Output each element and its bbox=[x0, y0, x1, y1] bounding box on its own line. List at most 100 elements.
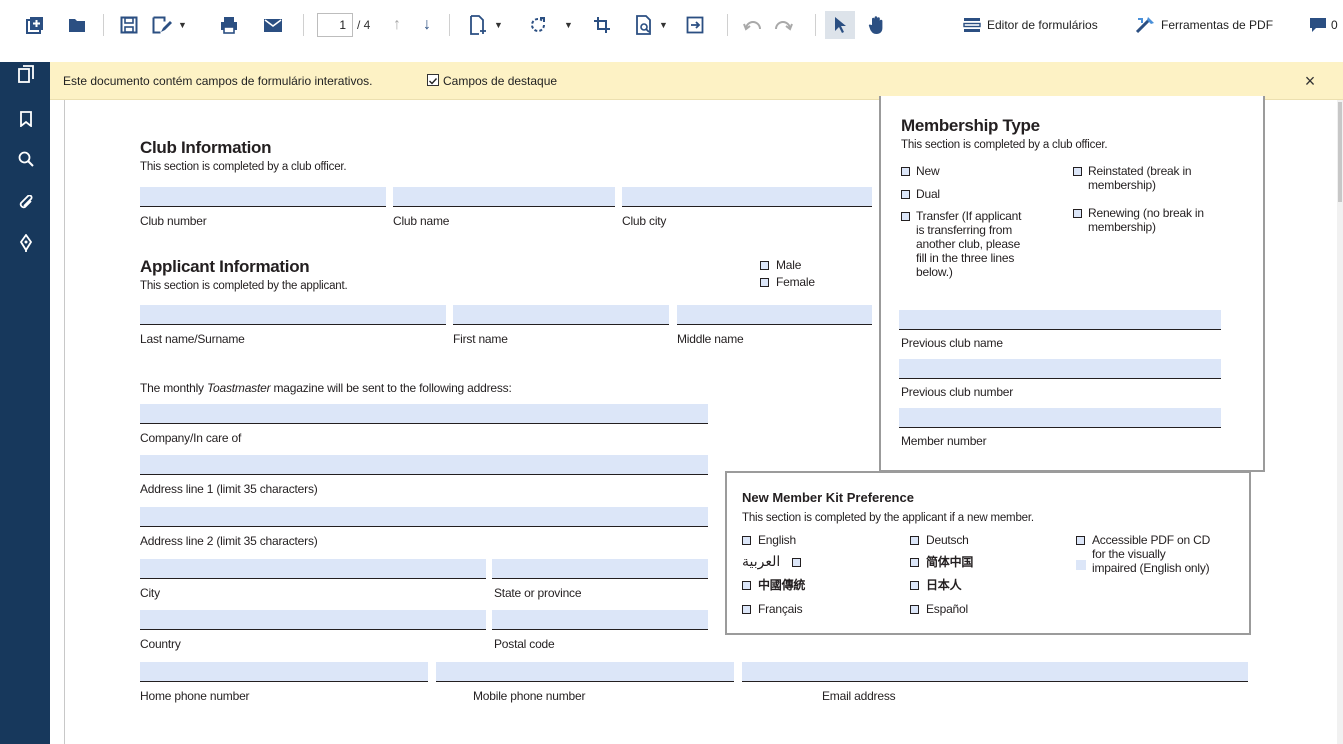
transfer-label-line5: below.) bbox=[916, 265, 953, 279]
previous-club-number-label: Previous club number bbox=[901, 385, 1014, 399]
hand-tool-icon[interactable] bbox=[866, 13, 888, 37]
membership-type-subtitle: This section is completed by a club offi… bbox=[901, 139, 1108, 151]
previous-club-number-field[interactable] bbox=[899, 359, 1221, 379]
insert-page-icon[interactable] bbox=[467, 13, 489, 37]
city-label: City bbox=[140, 586, 160, 600]
toolbar-divider bbox=[815, 14, 816, 36]
email-icon[interactable] bbox=[262, 13, 284, 37]
page-number-input[interactable]: 1 bbox=[317, 13, 353, 37]
extract-page-icon[interactable] bbox=[684, 13, 706, 37]
accessible-pdf-field[interactable] bbox=[1076, 560, 1086, 570]
applicant-info-subtitle: This section is completed by the applica… bbox=[140, 280, 348, 292]
scrollbar-thumb[interactable] bbox=[1338, 102, 1342, 202]
german-checkbox[interactable] bbox=[910, 536, 919, 545]
page-preview-dropdown-caret[interactable]: ▼ bbox=[659, 13, 668, 37]
kit-preference-heading: New Member Kit Preference bbox=[742, 490, 914, 505]
chinese-traditional-checkbox[interactable] bbox=[742, 581, 751, 590]
undo-icon[interactable] bbox=[742, 13, 764, 37]
male-checkbox[interactable] bbox=[760, 261, 769, 270]
toolbar-divider bbox=[449, 14, 450, 36]
intro-text-before: The monthly bbox=[140, 381, 204, 395]
pages-icon[interactable] bbox=[17, 64, 35, 84]
redo-icon[interactable] bbox=[772, 13, 794, 37]
home-phone-field[interactable] bbox=[140, 662, 428, 682]
next-page-arrow-icon[interactable]: ↓ bbox=[419, 13, 435, 37]
address-line1-field[interactable] bbox=[140, 455, 708, 475]
email-field[interactable] bbox=[742, 662, 1248, 682]
open-folder-icon[interactable] bbox=[66, 13, 88, 37]
form-editor-icon bbox=[963, 18, 981, 32]
mobile-phone-field[interactable] bbox=[436, 662, 734, 682]
form-editor-button[interactable]: Editor de formulários bbox=[963, 13, 1098, 37]
page-preview-icon[interactable] bbox=[633, 13, 655, 37]
magazine-address-intro: The monthly Toastmaster magazine will be… bbox=[140, 381, 512, 395]
last-name-field[interactable] bbox=[140, 305, 446, 325]
rotate-dropdown-caret[interactable]: ▼ bbox=[564, 13, 573, 37]
english-label: English bbox=[758, 533, 796, 547]
arabic-checkbox[interactable] bbox=[792, 558, 801, 567]
save-as-icon[interactable] bbox=[151, 13, 173, 37]
club-info-heading: Club Information bbox=[140, 138, 272, 157]
first-name-field[interactable] bbox=[453, 305, 669, 325]
renewing-membership-checkbox[interactable] bbox=[1073, 209, 1082, 218]
state-label: State or province bbox=[494, 586, 582, 600]
search-icon[interactable] bbox=[17, 149, 35, 169]
save-dropdown-caret[interactable]: ▼ bbox=[178, 13, 187, 37]
comments-button[interactable]: 0 bbox=[1309, 13, 1338, 37]
home-phone-label: Home phone number bbox=[140, 689, 250, 703]
select-cursor-icon[interactable] bbox=[829, 13, 851, 37]
city-field[interactable] bbox=[140, 559, 486, 579]
accessible-pdf-label-line1: Accessible PDF on CD bbox=[1092, 533, 1211, 547]
renewing-label-line1: Renewing (no break in bbox=[1088, 206, 1204, 220]
club-number-label: Club number bbox=[140, 214, 207, 228]
attachment-icon[interactable] bbox=[17, 193, 35, 213]
crop-icon[interactable] bbox=[591, 13, 613, 37]
kit-preference-subtitle: This section is completed by the applica… bbox=[742, 512, 1034, 524]
previous-page-arrow-icon[interactable]: ↑ bbox=[389, 13, 405, 37]
checkmark-icon bbox=[429, 78, 438, 85]
previous-club-name-field[interactable] bbox=[899, 310, 1221, 330]
document-viewer: Club Information This section is complet… bbox=[50, 96, 1343, 744]
dual-membership-checkbox[interactable] bbox=[901, 190, 910, 199]
german-label: Deutsch bbox=[926, 533, 969, 547]
spanish-checkbox[interactable] bbox=[910, 605, 919, 614]
english-checkbox[interactable] bbox=[742, 536, 751, 545]
accessible-pdf-checkbox[interactable] bbox=[1076, 536, 1085, 545]
bookmark-icon[interactable] bbox=[17, 109, 35, 129]
signature-pen-icon[interactable] bbox=[17, 233, 35, 253]
left-sidebar bbox=[0, 62, 50, 744]
reinstated-membership-checkbox[interactable] bbox=[1073, 167, 1082, 176]
japanese-checkbox[interactable] bbox=[910, 581, 919, 590]
pdf-tools-button[interactable]: Ferramentas de PDF bbox=[1135, 13, 1273, 37]
rotate-icon[interactable] bbox=[527, 13, 549, 37]
club-name-field[interactable] bbox=[393, 187, 615, 207]
chinese-simplified-checkbox[interactable] bbox=[910, 558, 919, 567]
highlight-fields-checkbox[interactable] bbox=[427, 74, 439, 86]
member-number-field[interactable] bbox=[899, 408, 1221, 428]
save-icon[interactable] bbox=[118, 13, 140, 37]
member-number-label: Member number bbox=[901, 434, 987, 448]
toolbar-divider bbox=[727, 14, 728, 36]
country-field[interactable] bbox=[140, 610, 486, 630]
toolbar-divider bbox=[103, 14, 104, 36]
print-icon[interactable] bbox=[218, 13, 240, 37]
new-membership-checkbox[interactable] bbox=[901, 167, 910, 176]
chinese-simplified-label: 简体中国 bbox=[926, 555, 974, 569]
spanish-label: Español bbox=[926, 602, 968, 616]
address-line2-field[interactable] bbox=[140, 507, 708, 527]
add-page-icon[interactable] bbox=[24, 13, 46, 37]
french-checkbox[interactable] bbox=[742, 605, 751, 614]
female-checkbox[interactable] bbox=[760, 278, 769, 287]
female-label: Female bbox=[776, 275, 815, 289]
reinstated-label-line1: Reinstated (break in bbox=[1088, 164, 1192, 178]
insert-page-dropdown-caret[interactable]: ▼ bbox=[494, 13, 503, 37]
club-city-field[interactable] bbox=[622, 187, 872, 207]
state-field[interactable] bbox=[492, 559, 708, 579]
accessible-pdf-label-line2: for the visually bbox=[1092, 547, 1166, 561]
middle-name-field[interactable] bbox=[677, 305, 872, 325]
transfer-membership-checkbox[interactable] bbox=[901, 212, 910, 221]
postal-code-field[interactable] bbox=[492, 610, 708, 630]
club-number-field[interactable] bbox=[140, 187, 386, 207]
close-notification-button[interactable]: × bbox=[1300, 69, 1320, 93]
company-field[interactable] bbox=[140, 404, 708, 424]
